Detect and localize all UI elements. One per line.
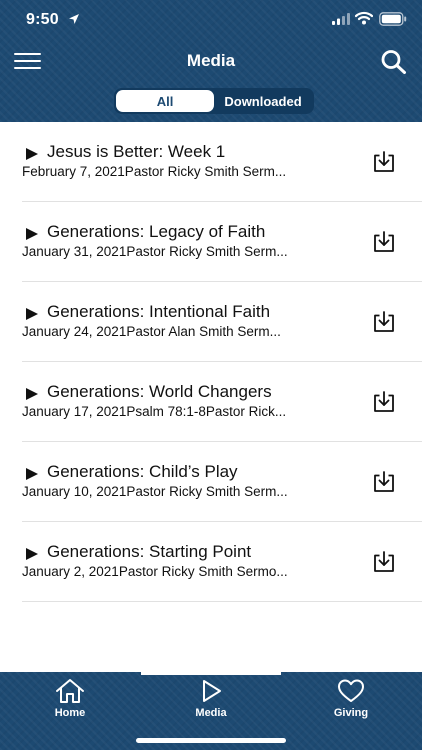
play-icon xyxy=(26,308,38,320)
download-icon[interactable] xyxy=(372,470,396,494)
wifi-icon xyxy=(355,11,373,25)
media-title: Generations: Intentional Faith xyxy=(47,302,271,321)
tab-media-label: Media xyxy=(195,707,227,719)
media-filter-segmented-control: All Downloaded xyxy=(114,88,314,114)
download-icon[interactable] xyxy=(372,150,396,174)
media-list-item[interactable]: Generations: Starting Point January 2, 2… xyxy=(22,522,422,602)
home-icon xyxy=(56,679,84,703)
media-list-item[interactable]: Generations: Child’s Play January 10, 20… xyxy=(22,442,422,522)
search-icon[interactable] xyxy=(380,49,407,74)
page-title: Media xyxy=(186,51,236,70)
location-arrow-icon xyxy=(69,14,79,24)
media-title: Generations: World Changers xyxy=(47,382,272,401)
menu-icon[interactable] xyxy=(14,52,42,70)
media-list-item[interactable]: Jesus is Better: Week 1 February 7, 2021… xyxy=(22,122,422,202)
media-subtitle: February 7, 2021Pastor Ricky Smith Serm.… xyxy=(22,164,287,179)
download-icon[interactable] xyxy=(372,390,396,414)
play-icon xyxy=(26,388,38,400)
media-subtitle: January 31, 2021Pastor Ricky Smith Serm.… xyxy=(22,244,288,259)
media-list-item[interactable]: Generations: World Changers January 17, … xyxy=(22,362,422,442)
download-icon[interactable] xyxy=(372,550,396,574)
status-bar: 9:50 xyxy=(0,0,422,42)
tab-giving-label: Giving xyxy=(333,707,369,719)
play-icon xyxy=(26,228,38,240)
play-outline-icon xyxy=(203,680,221,702)
play-icon xyxy=(26,548,38,560)
download-icon[interactable] xyxy=(372,230,396,254)
media-subtitle: January 2, 2021Pastor Ricky Smith Sermo.… xyxy=(22,564,288,579)
cellular-signal-icon xyxy=(332,13,350,25)
media-subtitle: January 24, 2021Pastor Alan Smith Serm..… xyxy=(22,324,281,339)
tab-home-label: Home xyxy=(54,707,86,719)
media-list-item[interactable]: Generations: Legacy of Faith January 31,… xyxy=(22,202,422,282)
play-icon xyxy=(26,148,38,160)
app-header: 9:50 Media All Downloaded xyxy=(0,0,422,122)
home-indicator xyxy=(136,738,286,743)
heart-icon xyxy=(338,679,364,702)
tab-media[interactable]: Media xyxy=(161,677,261,727)
media-title: Generations: Legacy of Faith xyxy=(47,222,266,241)
media-subtitle: January 17, 2021Psalm 78:1-8Pastor Rick.… xyxy=(22,404,287,419)
segment-downloaded[interactable]: Downloaded xyxy=(214,90,312,112)
segment-all[interactable]: All xyxy=(116,90,214,112)
battery-icon xyxy=(379,12,407,26)
play-icon xyxy=(26,468,38,480)
tab-home[interactable]: Home xyxy=(20,677,120,727)
media-list-item[interactable]: Generations: Intentional Faith January 2… xyxy=(22,282,422,362)
status-time: 9:50 xyxy=(26,11,59,28)
media-title: Generations: Starting Point xyxy=(47,542,252,561)
media-subtitle: January 10, 2021Pastor Ricky Smith Serm.… xyxy=(22,484,288,499)
tab-giving[interactable]: Giving xyxy=(301,677,401,727)
download-icon[interactable] xyxy=(372,310,396,334)
media-title: Jesus is Better: Week 1 xyxy=(47,142,226,161)
media-title: Generations: Child’s Play xyxy=(47,462,238,481)
active-tab-indicator xyxy=(141,672,281,675)
